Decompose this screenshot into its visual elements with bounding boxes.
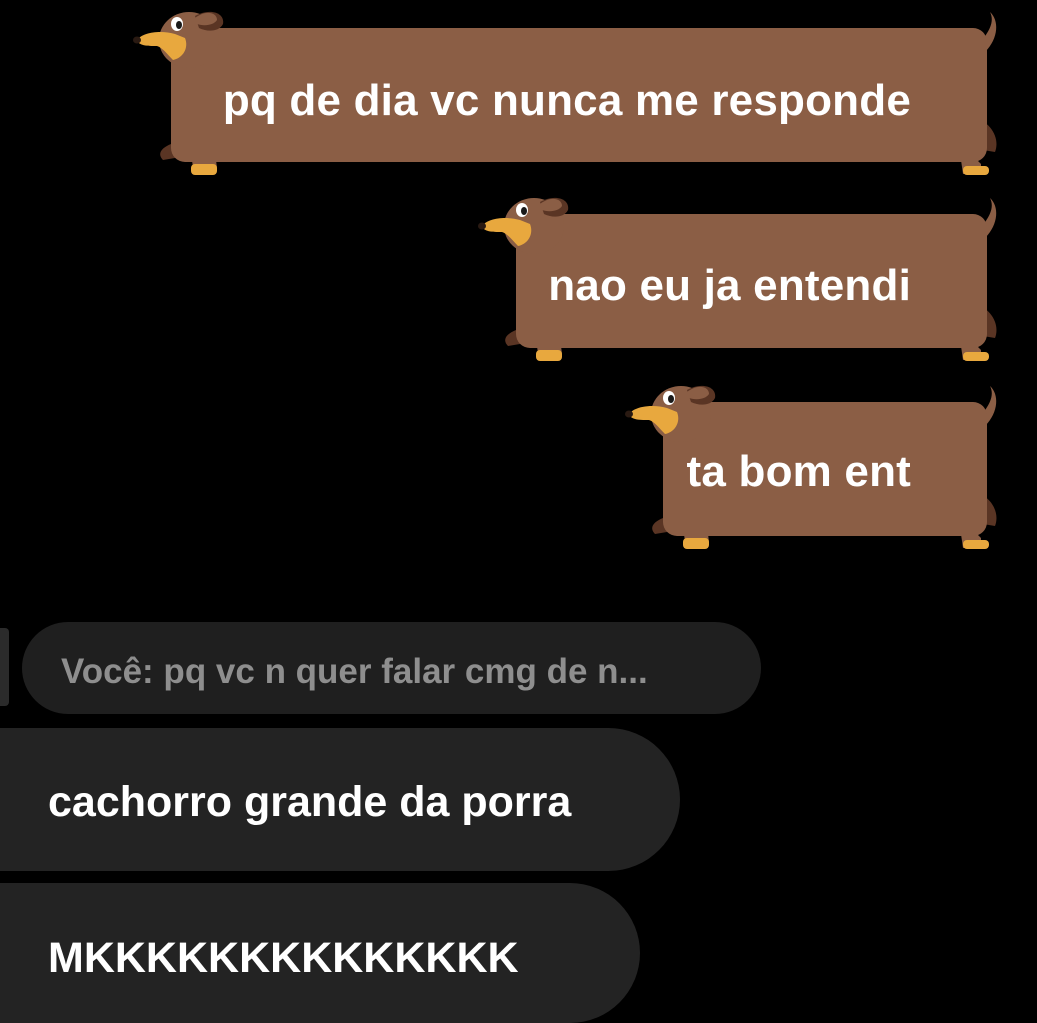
message-text: nao eu ja entendi — [548, 261, 911, 310]
reply-indicator-bar — [0, 628, 9, 706]
sent-message-bubble[interactable]: ta bom ent — [625, 376, 1003, 554]
reply-preview-bubble[interactable]: Você: pq vc n quer falar cmg de n... — [22, 622, 761, 714]
received-message-bubble[interactable]: cachorro grande da porra — [0, 728, 680, 871]
message-text: pq de dia vc nunca me responde — [222, 76, 911, 125]
message-text: cachorro grande da porra — [48, 778, 572, 826]
received-message-bubble[interactable]: MKKKKKKKKKKKKKK — [0, 883, 640, 1023]
sent-message-bubble[interactable]: pq de dia vc nunca me responde — [133, 2, 1003, 180]
sent-message-bubble[interactable]: nao eu ja entendi — [478, 188, 1003, 366]
message-text: MKKKKKKKKKKKKKK — [48, 934, 519, 982]
reply-preview-text: Você: pq vc n quer falar cmg de n... — [61, 652, 648, 691]
message-text: ta bom ent — [686, 447, 911, 496]
